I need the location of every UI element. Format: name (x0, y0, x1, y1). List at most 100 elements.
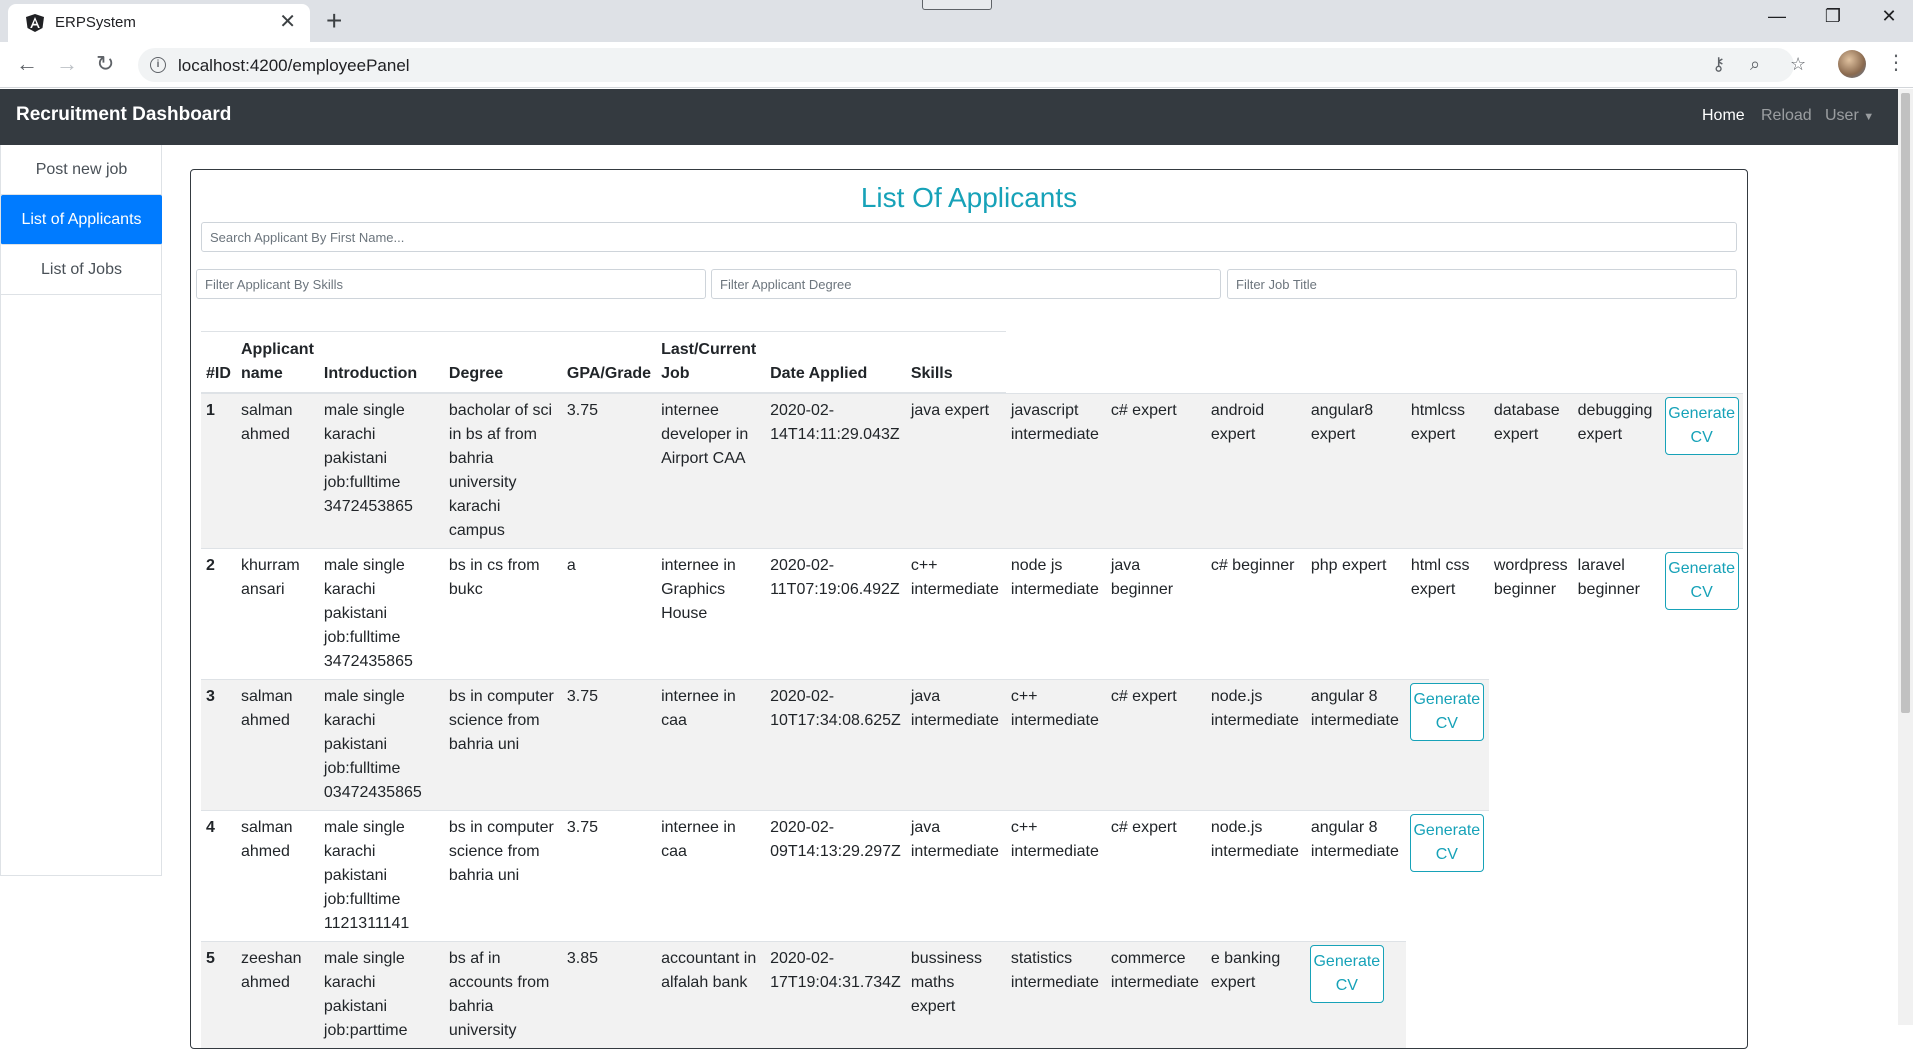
browser-tab-strip: ERPSystem ✕ + — ❐ ✕ (0, 0, 1913, 42)
cell-skill: java intermediate (905, 810, 1006, 942)
cell-degree: bacholar of sci in bs af from bahria uni… (443, 392, 562, 549)
cell-skill: c# expert (1105, 810, 1206, 942)
reload-icon[interactable]: ↻ (96, 51, 114, 77)
cell-gpa: 3.75 (561, 392, 657, 549)
cell-skill: node js intermediate (1005, 548, 1106, 680)
brand-title[interactable]: Recruitment Dashboard (16, 104, 231, 126)
generate-cv-button[interactable]: Generate CV (1309, 945, 1384, 1003)
cell-id: 1 (201, 392, 236, 549)
browser-menu-icon[interactable]: ⋮ (1886, 50, 1906, 75)
cell-skill: java beginner (1105, 548, 1206, 680)
cell-skill: javascript intermediate (1005, 392, 1106, 549)
new-tab-icon[interactable]: + (326, 6, 342, 36)
caret-down-icon: ▼ (1863, 111, 1875, 123)
table-header-row: #ID Applicant name Introduction Degree G… (201, 331, 1743, 394)
generate-cv-button[interactable]: Generate CV (1664, 396, 1739, 455)
filter-job-title-input[interactable] (1227, 269, 1737, 299)
generate-cv-button[interactable]: Generate CV (1409, 814, 1484, 872)
cell-skill: c++ intermediate (905, 548, 1006, 680)
filter-degree-input[interactable] (711, 269, 1221, 299)
tab-title: ERPSystem (55, 14, 136, 31)
column-header-gpa: GPA/Grade (561, 331, 657, 394)
cell-skill: debugging expert (1572, 392, 1661, 549)
cell-date-applied: 2020-02-11T07:19:06.492Z (765, 548, 906, 680)
site-info-icon[interactable]: i (150, 57, 166, 73)
cell-introduction: male single karachi pakistani job:fullti… (318, 392, 444, 549)
page-title: List Of Applicants (860, 182, 1078, 213)
cell-gpa: a (561, 548, 657, 680)
cell-job: internee in caa (656, 810, 766, 942)
forward-icon[interactable]: → (56, 51, 78, 77)
cell-applicant-name: salman ahmed (236, 810, 319, 942)
nav-user-dropdown[interactable]: User ▼ (1825, 107, 1874, 125)
cell-job: internee in Graphics House (656, 548, 766, 680)
nav-reload[interactable]: Reload (1761, 107, 1812, 125)
filter-skills-input[interactable] (196, 269, 706, 299)
cell-degree: bs in computer science from bahria uni (443, 810, 562, 942)
search-input[interactable] (201, 222, 1737, 252)
cell-skill: node.js intermediate (1205, 810, 1306, 942)
cell-degree: bs in cs from bukc (443, 548, 562, 680)
browser-tab[interactable]: ERPSystem ✕ (8, 4, 310, 42)
page-scrollbar[interactable] (1898, 89, 1913, 1025)
generate-cv-button[interactable]: Generate CV (1664, 552, 1739, 610)
generate-cv-button[interactable]: Generate CV (1409, 683, 1484, 741)
window-drag-handle[interactable] (922, 0, 992, 10)
cell-skill: wordpress beginner (1488, 548, 1573, 680)
cell-applicant-name: salman ahmed (236, 392, 319, 549)
address-bar[interactable]: i localhost:4200/employeePanel ⚷ ⌕ ☆ (138, 48, 1806, 82)
table-row: 2 khurram ansari male single karachi pakis… (201, 548, 1743, 680)
cell-introduction: male single karachi pakistani job:partti… (318, 941, 444, 1048)
cell-skill: angular 8 intermediate (1305, 810, 1406, 942)
bookmark-star-icon[interactable]: ☆ (1790, 54, 1806, 75)
cell-id: 5 (201, 941, 236, 1048)
profile-avatar[interactable] (1838, 50, 1866, 78)
cell-gpa: 3.85 (561, 941, 657, 1048)
restore-icon[interactable]: ❐ (1810, 6, 1856, 27)
applicants-card: List Of Applicants #ID Applicant name In… (190, 169, 1748, 1049)
cell-action: Generate CV (1660, 392, 1743, 549)
cell-skill: commerce intermediate (1105, 941, 1206, 1048)
cell-skill: e banking expert (1205, 941, 1306, 1048)
table-row: 3 salman ahmed male single karachi pakista… (201, 679, 1743, 811)
column-header-job: Last/Current Job (656, 331, 766, 394)
cell-skill: c# expert (1105, 392, 1206, 549)
table-row: 4 salman ahmed male single karachi pakista… (201, 810, 1743, 942)
cell-date-applied: 2020-02-10T17:34:08.625Z (765, 679, 906, 811)
column-header-introduction: Introduction (318, 331, 444, 394)
url-text[interactable]: localhost:4200/employeePanel (178, 56, 410, 76)
cell-job: internee developer in Airport CAA (656, 392, 766, 549)
close-tab-icon[interactable]: ✕ (279, 11, 296, 33)
cell-skill: c# expert (1105, 679, 1206, 811)
zoom-icon[interactable]: ⌕ (1750, 54, 1760, 75)
cell-gpa: 3.75 (561, 679, 657, 811)
cell-introduction: male single karachi pakistani job:fullti… (318, 548, 444, 680)
applicants-table: #ID Applicant name Introduction Degree G… (201, 331, 1743, 1048)
cell-skill: c++ intermediate (1005, 679, 1106, 811)
cell-id: 4 (201, 810, 236, 942)
minimize-icon[interactable]: — (1754, 6, 1800, 27)
cell-introduction: male single karachi pakistani job:fullti… (318, 810, 444, 942)
cell-skill: node.js intermediate (1205, 679, 1306, 811)
cell-skill: bussiness maths expert (905, 941, 1006, 1048)
angular-logo-icon (26, 14, 44, 32)
cell-skill: angular8 expert (1305, 392, 1406, 549)
column-header-id: #ID (201, 331, 236, 394)
cell-skill: html css expert (1405, 548, 1489, 680)
column-header-name: Applicant name (236, 331, 319, 394)
cell-skill: statistics intermediate (1005, 941, 1106, 1048)
scrollbar-thumb[interactable] (1901, 93, 1910, 713)
close-window-icon[interactable]: ✕ (1866, 6, 1912, 27)
key-icon[interactable]: ⚷ (1712, 54, 1725, 75)
sidebar-item-list-of-jobs[interactable]: List of Jobs (1, 245, 162, 295)
nav-home[interactable]: Home (1702, 107, 1745, 125)
cell-action: Generate CV (1405, 679, 1489, 811)
cell-skill: java intermediate (905, 679, 1006, 811)
cell-skill: angular 8 intermediate (1305, 679, 1406, 811)
sidebar-item-post-new-job[interactable]: Post new job (1, 145, 162, 195)
column-header-degree: Degree (443, 331, 562, 394)
back-icon[interactable]: ← (16, 51, 38, 77)
cell-skill: laravel beginner (1572, 548, 1661, 680)
sidebar-item-list-of-applicants[interactable]: List of Applicants (1, 195, 162, 245)
cell-id: 3 (201, 679, 236, 811)
